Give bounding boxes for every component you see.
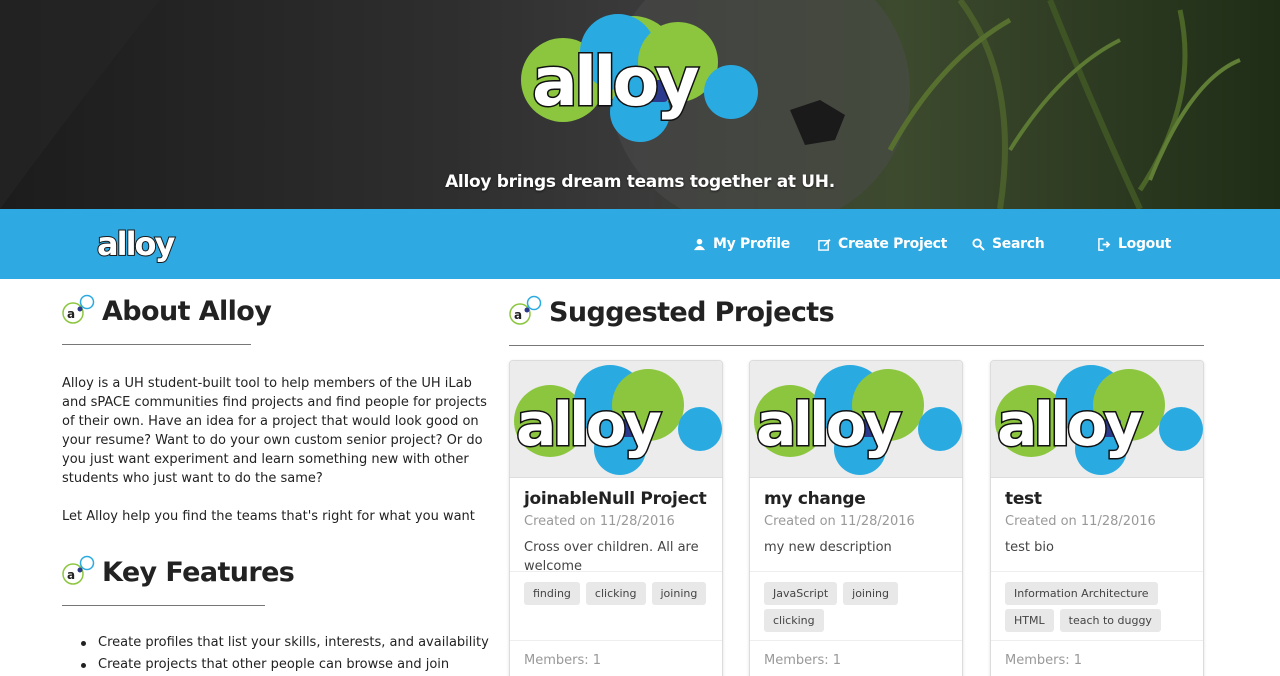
nav-my-profile[interactable]: My Profile	[693, 209, 790, 279]
about-heading: a About Alloy	[62, 294, 272, 328]
project-tags: Information Architecture HTML teach to d…	[1005, 582, 1195, 632]
project-created-date: Created on 11/28/2016	[1005, 514, 1156, 529]
project-card[interactable]: alloy test Created on 11/28/2016 test bi…	[990, 360, 1204, 676]
tag[interactable]: Information Architecture	[1005, 582, 1158, 605]
alloy-bubble-icon: a	[62, 294, 95, 324]
nav-my-profile-label: My Profile	[713, 236, 790, 252]
project-card-image: alloy	[510, 361, 722, 478]
nav-logout-label: Logout	[1118, 236, 1172, 252]
hero-banner: alloy Alloy brings dream teams together …	[0, 0, 1280, 209]
user-icon	[693, 238, 706, 250]
edit-icon	[818, 238, 831, 251]
key-features-list: Create profiles that list your skills, i…	[81, 633, 489, 676]
project-title[interactable]: my change	[764, 489, 866, 509]
about-title: About Alloy	[102, 295, 272, 327]
hero-tagline: Alloy brings dream teams together at UH.	[445, 172, 835, 192]
project-alloy-logo: alloy	[995, 365, 1203, 475]
card-divider	[991, 571, 1203, 572]
key-features-title: Key Features	[102, 556, 295, 588]
tag[interactable]: clicking	[764, 609, 824, 632]
hero-alloy-logo: alloy	[521, 14, 758, 142]
nav-search-label: Search	[992, 236, 1045, 252]
tag[interactable]: HTML	[1005, 609, 1054, 632]
project-members-count: Members: 1	[1005, 653, 1083, 668]
suggested-projects-heading: a Suggested Projects	[509, 295, 835, 329]
about-divider	[62, 344, 251, 345]
project-alloy-logo: alloy	[754, 365, 962, 475]
svg-text:alloy: alloy	[532, 43, 699, 122]
navbar-brand-logo[interactable]: alloy	[95, 223, 180, 265]
nav-search[interactable]: Search	[972, 209, 1045, 279]
project-members-count: Members: 1	[524, 653, 602, 668]
project-description: test bio	[1005, 540, 1054, 555]
key-features-divider	[62, 605, 265, 606]
alloy-bubble-icon: a	[509, 295, 542, 325]
project-card[interactable]: alloy joinableNull Project Created on 11…	[509, 360, 723, 676]
logout-icon	[1098, 237, 1111, 251]
nav-create-project-label: Create Project	[838, 236, 948, 252]
project-description: my new description	[764, 540, 892, 555]
nav-logout[interactable]: Logout	[1098, 209, 1171, 279]
tag[interactable]: clicking	[585, 582, 646, 605]
alloy-bubble-icon: a	[62, 555, 95, 585]
card-divider	[750, 640, 962, 641]
project-created-date: Created on 11/28/2016	[524, 514, 675, 529]
about-paragraph: Let Alloy help you find the teams that's…	[62, 509, 475, 524]
project-card[interactable]: alloy my change Created on 11/28/2016 my…	[749, 360, 963, 676]
svg-text:a: a	[67, 568, 75, 582]
svg-text:alloy: alloy	[756, 390, 902, 460]
about-paragraph: Alloy is a UH student-built tool to help…	[62, 376, 487, 486]
suggested-projects-divider	[509, 345, 1204, 346]
tag[interactable]: joining	[651, 582, 707, 605]
card-divider	[750, 571, 962, 572]
project-tags: JavaScript joining clicking	[764, 582, 954, 632]
key-features-heading: a Key Features	[62, 555, 295, 589]
project-card-image: alloy	[750, 361, 962, 478]
tag[interactable]: finding	[524, 582, 580, 605]
project-title[interactable]: joinableNull Project	[524, 489, 707, 509]
project-alloy-logo: alloy	[514, 365, 722, 475]
tag[interactable]: joining	[843, 582, 898, 605]
about-description: Alloy is a UH student-built tool to help…	[62, 374, 490, 526]
project-members-count: Members: 1	[764, 653, 842, 668]
project-created-date: Created on 11/28/2016	[764, 514, 915, 529]
tag[interactable]: teach to duggy	[1059, 609, 1161, 632]
svg-text:alloy: alloy	[97, 225, 176, 263]
list-item: Create profiles that list your skills, i…	[81, 633, 489, 655]
suggested-projects-title: Suggested Projects	[549, 296, 835, 328]
svg-text:a: a	[67, 307, 75, 321]
svg-text:a: a	[514, 308, 522, 322]
search-icon	[972, 237, 985, 251]
svg-text:alloy: alloy	[997, 390, 1143, 460]
nav-create-project[interactable]: Create Project	[818, 209, 947, 279]
card-divider	[510, 571, 722, 572]
card-divider	[991, 640, 1203, 641]
list-item: Create projects that other people can br…	[81, 655, 489, 676]
project-card-image: alloy	[991, 361, 1203, 478]
svg-text:alloy: alloy	[516, 390, 662, 460]
project-title[interactable]: test	[1005, 489, 1042, 509]
card-divider	[510, 640, 722, 641]
main-navbar: alloy My Profile Create Project Search L…	[0, 209, 1280, 279]
project-tags: finding clicking joining	[524, 582, 714, 605]
tag[interactable]: JavaScript	[764, 582, 838, 605]
